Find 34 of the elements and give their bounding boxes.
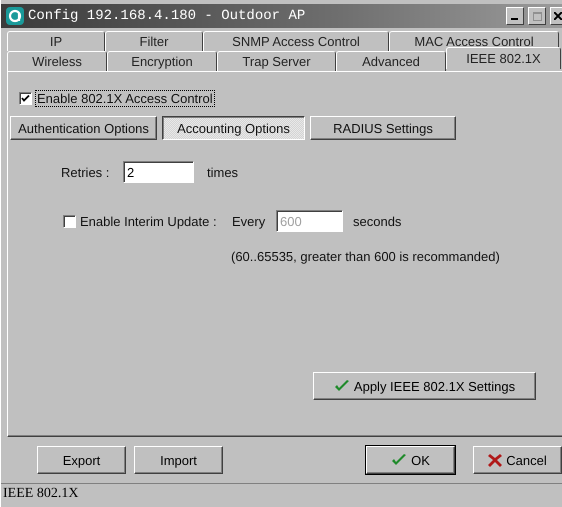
tab[interactable]: IP <box>7 31 105 51</box>
maximize-button[interactable] <box>528 7 546 25</box>
sub-tab[interactable]: Authentication Options <box>10 116 157 140</box>
checkbox[interactable] <box>19 92 32 104</box>
close-icon <box>554 12 562 20</box>
app-icon <box>6 7 24 25</box>
cross-icon <box>488 453 502 467</box>
tab[interactable]: Filter <box>105 31 203 51</box>
maximize-icon <box>532 12 542 20</box>
tab[interactable]: SNMP Access Control <box>203 31 389 51</box>
tab[interactable]: Advanced <box>336 51 446 71</box>
sub-tab[interactable]: Accounting Options <box>162 116 305 140</box>
tab[interactable]: Encryption <box>107 51 217 71</box>
unit-label: seconds <box>353 214 402 228</box>
checkmark-icon <box>391 453 408 467</box>
apply-button[interactable]: Apply IEEE 802.1X Settings <box>313 372 536 400</box>
tab[interactable]: IEEE 802.1X <box>446 47 561 69</box>
ok-button[interactable]: OK <box>366 446 455 474</box>
checkmark-icon <box>334 379 350 393</box>
tab[interactable]: Wireless <box>7 51 107 71</box>
hint-text: (60..65535, greater than 600 is recommanded) <box>231 249 501 264</box>
unit-label: times <box>207 164 238 180</box>
window-title: Config 192.168.4.180 - Outdoor AP <box>28 8 306 24</box>
checkbox-label[interactable]: Enable 802.1X Access Control <box>36 90 214 106</box>
dialog-button[interactable]: Export <box>37 446 126 474</box>
field-label: Every <box>232 214 266 228</box>
field-label: Retries : <box>61 164 110 180</box>
tab[interactable]: Trap Server <box>217 51 336 71</box>
dialog-button[interactable]: Import <box>134 446 223 474</box>
close-button[interactable] <box>550 7 562 25</box>
minimize-button[interactable] <box>506 7 524 25</box>
cancel-button[interactable]: Cancel <box>473 446 562 474</box>
input-field[interactable]: 2 <box>123 161 194 183</box>
sub-tab[interactable]: RADIUS Settings <box>310 116 456 140</box>
